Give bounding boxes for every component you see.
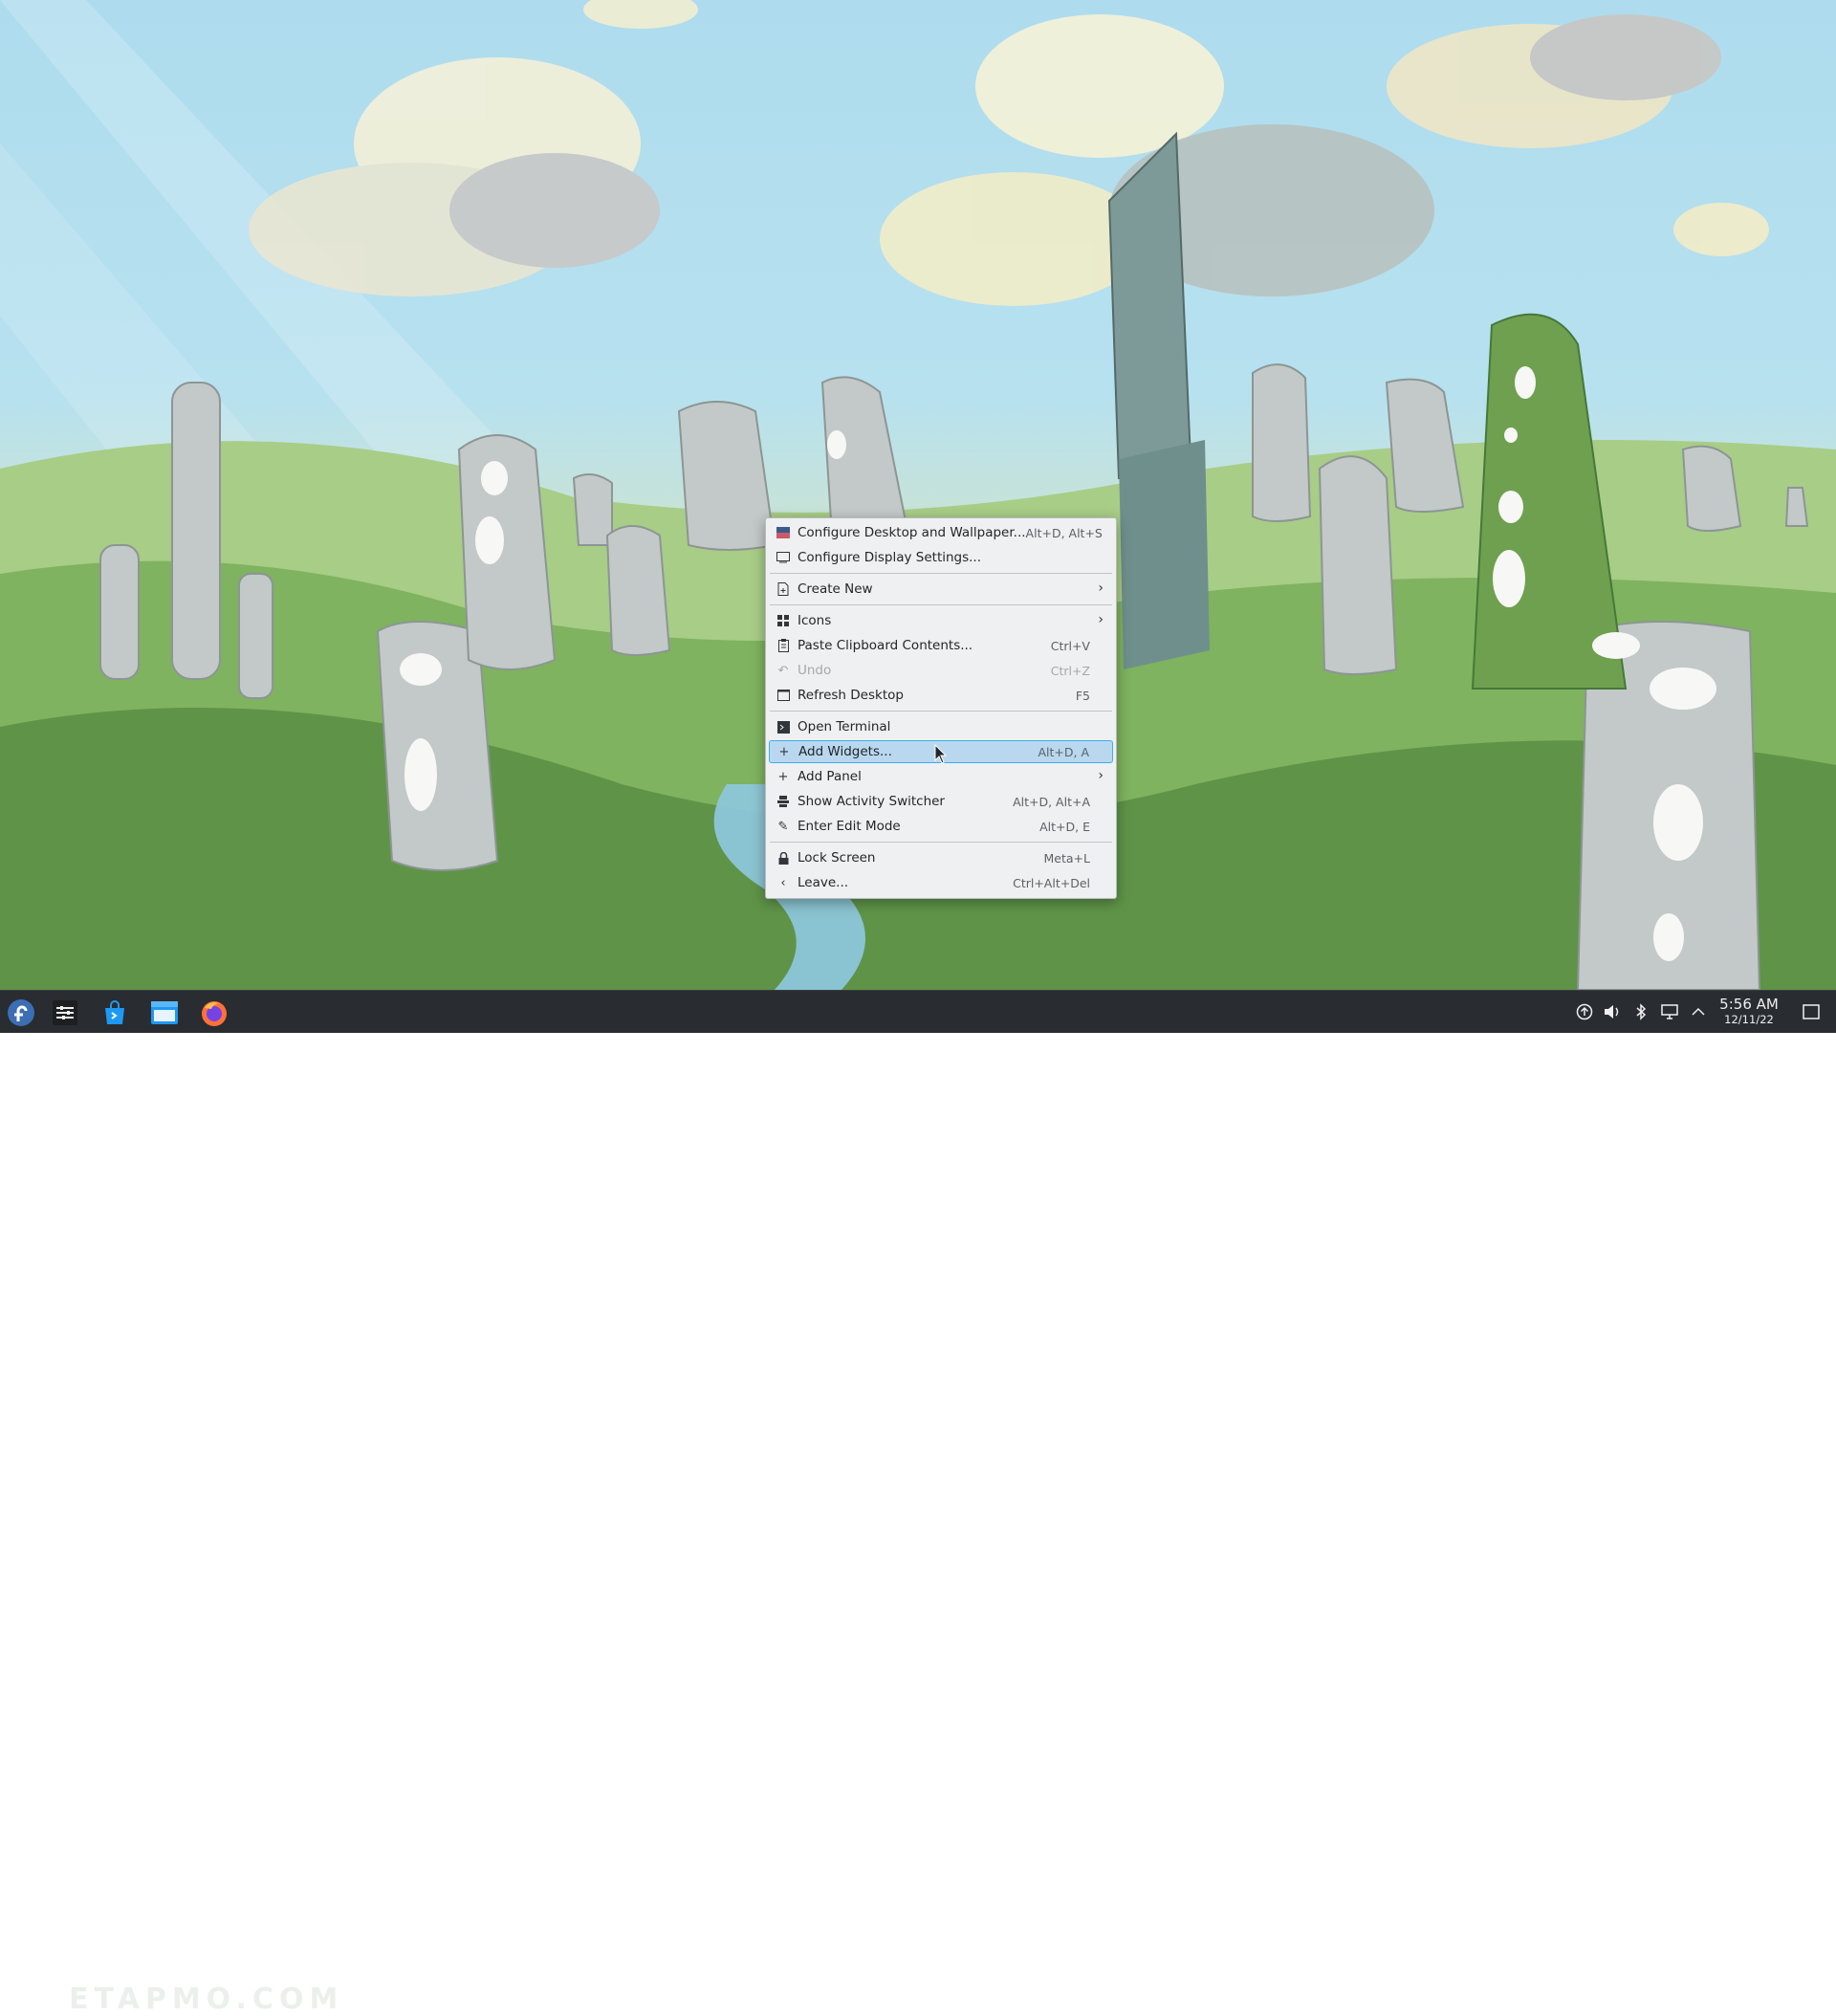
menu-item-label: Leave... [798,875,849,890]
plus-icon: + [777,769,789,784]
menu-item-configure-display[interactable]: Configure Display Settings... [769,546,1113,569]
desktop-context-menu: Configure Desktop and Wallpaper... Alt+D… [765,517,1117,899]
menu-item-shortcut: Ctrl+Z [1050,663,1090,678]
menu-item-shortcut: F5 [1075,688,1090,703]
lock-icon [776,851,790,865]
menu-item-add-panel[interactable]: + Add Panel › [769,765,1113,788]
menu-item-shortcut: Alt+D, E [1039,819,1090,834]
bluetooth-icon[interactable] [1631,1002,1650,1021]
icons-grid-icon [776,614,790,627]
menu-item-edit-mode[interactable]: ✎ Enter Edit Mode Alt+D, E [769,815,1113,838]
show-desktop-button[interactable] [1802,1002,1821,1021]
fedora-logo-icon [8,999,34,1026]
terminal-icon [776,720,790,734]
menu-item-refresh-desktop[interactable]: Refresh Desktop F5 [769,684,1113,707]
firefox-icon [202,1001,227,1026]
mouse-pointer-icon [934,744,948,764]
network-icon[interactable] [1660,1002,1679,1021]
menu-item-label: Refresh Desktop [798,688,904,703]
refresh-icon [776,689,790,702]
menu-item-label: Configure Display Settings... [798,550,982,565]
menu-item-label: Lock Screen [798,850,876,866]
menu-item-shortcut: Meta+L [1043,850,1090,866]
menu-item-shortcut: Alt+D, Alt+A [1013,794,1090,809]
menu-item-shortcut: Ctrl+V [1050,638,1090,653]
menu-item-label: Paste Clipboard Contents... [798,638,973,653]
menu-item-shortcut: Alt+D, Alt+S [1025,525,1103,540]
menu-item-label: Undo [798,663,832,678]
menu-separator [770,842,1112,843]
discover-launcher[interactable] [98,996,132,1030]
menu-item-label: Open Terminal [798,719,891,734]
system-settings-icon [53,1000,77,1025]
menu-item-label: Show Activity Switcher [798,794,945,809]
chevron-left-icon: ‹ [780,875,786,890]
menu-item-shortcut: Ctrl+Alt+Del [1013,875,1090,890]
menu-item-label: Enter Edit Mode [798,819,901,834]
activities-icon [776,795,790,808]
new-document-icon [776,582,790,596]
menu-item-open-terminal[interactable]: Open Terminal [769,715,1113,738]
menu-item-configure-desktop[interactable]: Configure Desktop and Wallpaper... Alt+D… [769,521,1113,544]
menu-item-undo[interactable]: ↶ Undo Ctrl+Z [769,659,1113,682]
system-settings-launcher[interactable] [48,996,82,1030]
application-launcher-button[interactable] [4,996,38,1030]
menu-separator [770,711,1112,712]
menu-item-label: Add Widgets... [798,744,892,759]
menu-item-activity-switcher[interactable]: Show Activity Switcher Alt+D, Alt+A [769,790,1113,813]
menu-item-label: Configure Desktop and Wallpaper... [798,525,1026,540]
wallpaper-icon [776,526,790,539]
chevron-right-icon: › [1098,612,1104,627]
firefox-launcher[interactable] [197,996,231,1030]
plus-icon: + [778,744,790,759]
menu-separator [770,604,1112,605]
volume-icon[interactable] [1603,1002,1622,1021]
clock-time: 5:56 AM [1719,996,1779,1013]
undo-icon: ↶ [777,663,789,678]
taskbar-panel: ETAPMO.COM 5:56 AM 12/11/22 [0,990,1836,2016]
menu-item-icons[interactable]: Icons › [769,609,1113,632]
chevron-right-icon: › [1098,581,1104,596]
watermark-text: ETAPMO.COM [69,1983,344,2016]
updates-icon[interactable] [1575,1002,1594,1021]
chevron-right-icon: › [1098,768,1104,783]
menu-item-paste[interactable]: Paste Clipboard Contents... Ctrl+V [769,634,1113,657]
show-desktop-icon [1803,1004,1820,1019]
dolphin-file-manager-icon [151,1001,178,1024]
display-icon [776,551,790,564]
menu-item-shortcut: Alt+D, A [1038,744,1089,759]
menu-item-create-new[interactable]: Create New › [769,578,1113,601]
menu-item-label: Icons [798,613,832,628]
clock-date: 12/11/22 [1724,1013,1774,1026]
menu-separator [770,573,1112,574]
menu-item-label: Create New [798,581,873,597]
menu-item-lock-screen[interactable]: Lock Screen Meta+L [769,846,1113,869]
expand-tray-icon[interactable] [1689,1002,1708,1021]
menu-item-label: Add Panel [798,769,862,784]
menu-item-leave[interactable]: ‹ Leave... Ctrl+Alt+Del [769,871,1113,894]
discover-store-icon [105,1000,124,1024]
dolphin-launcher[interactable] [147,996,182,1030]
clipboard-icon [776,639,790,652]
digital-clock[interactable]: 5:56 AM 12/11/22 [1712,996,1786,1026]
edit-icon: ✎ [777,819,789,834]
